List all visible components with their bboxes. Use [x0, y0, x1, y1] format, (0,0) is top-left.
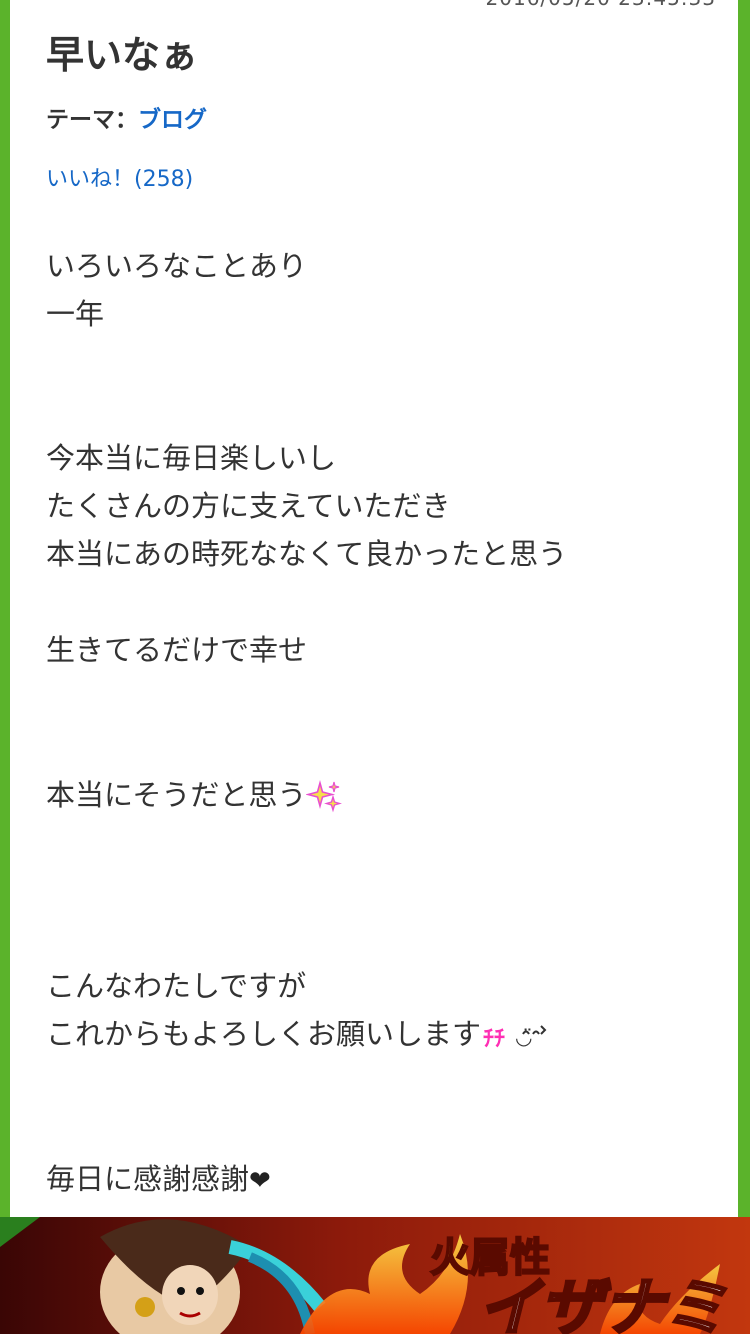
body-line: たくさんの方に支えていただき: [46, 489, 451, 523]
banner-art: 火属性 イザナミ: [0, 1217, 750, 1334]
body-line-with-icon: これからもよろしくお願いします ﾁﾁ ◡̈: [46, 1012, 547, 1056]
body-line: 一年: [46, 297, 105, 331]
post-title: 早いなぁ: [46, 33, 199, 77]
like-button[interactable]: いいね！(258): [46, 165, 193, 195]
post-theme: テーマ：ブログ: [46, 104, 207, 136]
svg-text:ﾁﾁ: ﾁﾁ: [483, 1027, 505, 1052]
body-line-text: 本当にそうだと思う: [46, 778, 307, 812]
theme-label: テーマ：: [46, 107, 138, 133]
theme-link[interactable]: ブログ: [138, 107, 207, 133]
dance-emoji-icon: ﾁﾁ ◡̈: [483, 1025, 547, 1052]
body-line-text: これからもよろしくお願いします: [46, 1017, 482, 1051]
heart-icon: ❤: [249, 1166, 271, 1196]
sparkle-icon: [306, 780, 343, 813]
ad-banner[interactable]: 火属性 イザナミ: [0, 1217, 750, 1334]
banner-title: イザナミ: [478, 1271, 726, 1334]
body-line: いろいろなことあり: [46, 249, 308, 283]
body-line-with-icon: 毎日に感謝感謝❤: [46, 1157, 271, 1203]
post-timestamp: 2016/05/20 23:45:33: [486, 0, 716, 10]
body-line: こんなわたしですが: [46, 969, 307, 1003]
body-line: 本当にあの時死ななくて良かったと思う: [46, 537, 568, 571]
body-line-with-icon: 本当にそうだと思う: [46, 773, 343, 817]
body-line: 生きてるだけで幸せ: [46, 633, 308, 667]
body-line: 今本当に毎日楽しいし: [46, 441, 337, 475]
svg-text:◡̈: ◡̈: [515, 1025, 532, 1049]
body-line-text: 毎日に感謝感謝: [46, 1162, 250, 1196]
blog-entry-card: 2016/05/20 23:45:33 早いなぁ テーマ：ブログ いいね！(25…: [10, 0, 738, 1334]
